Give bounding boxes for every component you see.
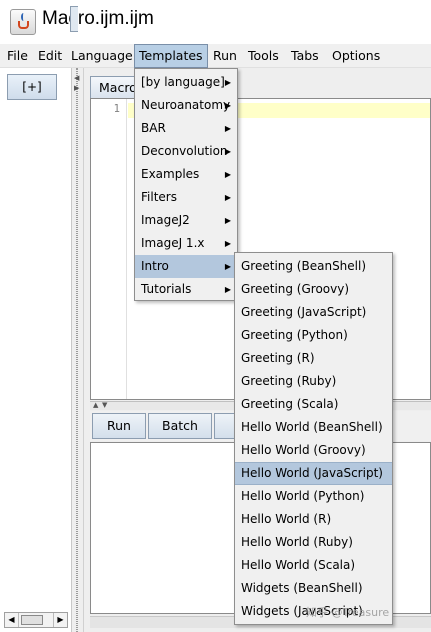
templates-item-tutorials[interactable]: Tutorials ▶	[135, 278, 237, 301]
templates-item-bar[interactable]: BAR ▶	[135, 117, 237, 140]
submenu-arrow-icon: ▶	[224, 262, 231, 271]
intro-item-hello-world-ruby[interactable]: Hello World (Ruby)	[235, 531, 392, 554]
templates-item-label: Deconvolution	[141, 144, 228, 158]
intro-item-hello-world-r[interactable]: Hello World (R)	[235, 508, 392, 531]
templates-item-label: ImageJ2	[141, 213, 190, 227]
templates-item-label: Neuroanatomy	[141, 98, 231, 112]
menu-file[interactable]: File	[3, 44, 32, 68]
intro-item-greeting-beanshell[interactable]: Greeting (BeanShell)	[235, 255, 392, 278]
scroll-left-icon[interactable]: ◀	[5, 613, 19, 627]
submenu-arrow-icon: ▶	[224, 124, 231, 133]
collapsed-button[interactable]	[70, 6, 78, 32]
menu-run[interactable]: Run	[209, 44, 241, 68]
templates-item-neuroanatomy[interactable]: Neuroanatomy ▶	[135, 94, 237, 117]
watermark: 知乎 @Treasure	[306, 606, 390, 619]
intro-item-greeting-r[interactable]: Greeting (R)	[235, 347, 392, 370]
templates-item-filters[interactable]: Filters ▶	[135, 186, 237, 209]
intro-item-hello-world-beanshell[interactable]: Hello World (BeanShell)	[235, 416, 392, 439]
intro-submenu: Greeting (BeanShell) Greeting (Groovy) G…	[234, 252, 393, 625]
intro-item-greeting-python[interactable]: Greeting (Python)	[235, 324, 392, 347]
submenu-arrow-icon: ▶	[224, 147, 231, 156]
intro-item-hello-world-python[interactable]: Hello World (Python)	[235, 485, 392, 508]
templates-item-examples[interactable]: Examples ▶	[135, 163, 237, 186]
line-number: 1	[113, 103, 120, 115]
templates-item-deconvolution[interactable]: Deconvolution ▶	[135, 140, 237, 163]
new-file-button[interactable]: [+]	[7, 74, 57, 100]
menu-language[interactable]: Language	[67, 44, 137, 68]
scrollbar-thumb[interactable]	[21, 615, 43, 625]
submenu-arrow-icon: ▶	[224, 239, 231, 248]
templates-item-intro[interactable]: Intro ▶	[135, 255, 237, 278]
file-tree-panel: [+] ◀ ▶	[0, 68, 72, 632]
collapse-up-icon[interactable]: ▲	[93, 401, 98, 409]
templates-item-label: [by language]	[141, 75, 225, 89]
submenu-arrow-icon: ▶	[224, 285, 231, 294]
intro-item-greeting-javascript[interactable]: Greeting (JavaScript)	[235, 301, 392, 324]
line-number-gutter: 1	[91, 99, 127, 399]
intro-item-greeting-ruby[interactable]: Greeting (Ruby)	[235, 370, 392, 393]
templates-item-label: Filters	[141, 190, 177, 204]
templates-item-label: ImageJ 1.x	[141, 236, 205, 250]
intro-item-greeting-scala[interactable]: Greeting (Scala)	[235, 393, 392, 416]
divider-grip-icon[interactable]	[76, 68, 78, 632]
run-button[interactable]: Run	[92, 413, 146, 439]
templates-item-imagej2[interactable]: ImageJ2 ▶	[135, 209, 237, 232]
menu-templates[interactable]: Templates	[134, 44, 208, 68]
menu-edit[interactable]: Edit	[34, 44, 66, 68]
intro-item-hello-world-javascript[interactable]: Hello World (JavaScript)	[235, 462, 392, 485]
templates-item-by-language[interactable]: [by language] ▶	[135, 71, 237, 94]
java-cup-icon	[10, 9, 36, 35]
templates-dropdown: [by language] ▶ Neuroanatomy ▶ BAR ▶ Deconv…	[134, 68, 238, 301]
expand-right-icon[interactable]: ▶	[74, 84, 79, 92]
pane-divider[interactable]: ◀ ▶	[72, 68, 84, 632]
title-bar: Macro.ijm.ijm	[0, 0, 431, 44]
batch-button[interactable]: Batch	[148, 413, 212, 439]
menu-tabs[interactable]: Tabs	[287, 44, 323, 68]
intro-item-hello-world-groovy[interactable]: Hello World (Groovy)	[235, 439, 392, 462]
submenu-arrow-icon: ▶	[224, 78, 231, 87]
horizontal-scrollbar[interactable]: ◀ ▶	[4, 612, 68, 628]
submenu-arrow-icon: ▶	[224, 101, 231, 110]
collapse-left-icon[interactable]: ◀	[74, 74, 79, 82]
menu-bar: File Edit Language Templates Run Tools T…	[0, 44, 431, 68]
intro-item-greeting-groovy[interactable]: Greeting (Groovy)	[235, 278, 392, 301]
intro-item-widgets-beanshell[interactable]: Widgets (BeanShell)	[235, 577, 392, 600]
submenu-arrow-icon: ▶	[224, 216, 231, 225]
submenu-arrow-icon: ▶	[224, 193, 231, 202]
templates-item-imagej-1x[interactable]: ImageJ 1.x ▶	[135, 232, 237, 255]
templates-item-label: Intro	[141, 259, 169, 273]
intro-item-hello-world-scala[interactable]: Hello World (Scala)	[235, 554, 392, 577]
expand-down-icon[interactable]: ▼	[102, 401, 107, 409]
templates-item-label: Examples	[141, 167, 200, 181]
templates-item-label: Tutorials	[141, 282, 192, 296]
window-title: Macro.ijm.ijm	[42, 8, 154, 29]
menu-tools[interactable]: Tools	[244, 44, 283, 68]
submenu-arrow-icon: ▶	[224, 170, 231, 179]
scroll-right-icon[interactable]: ▶	[53, 613, 67, 627]
templates-item-label: BAR	[141, 121, 166, 135]
menu-options[interactable]: Options	[328, 44, 384, 68]
